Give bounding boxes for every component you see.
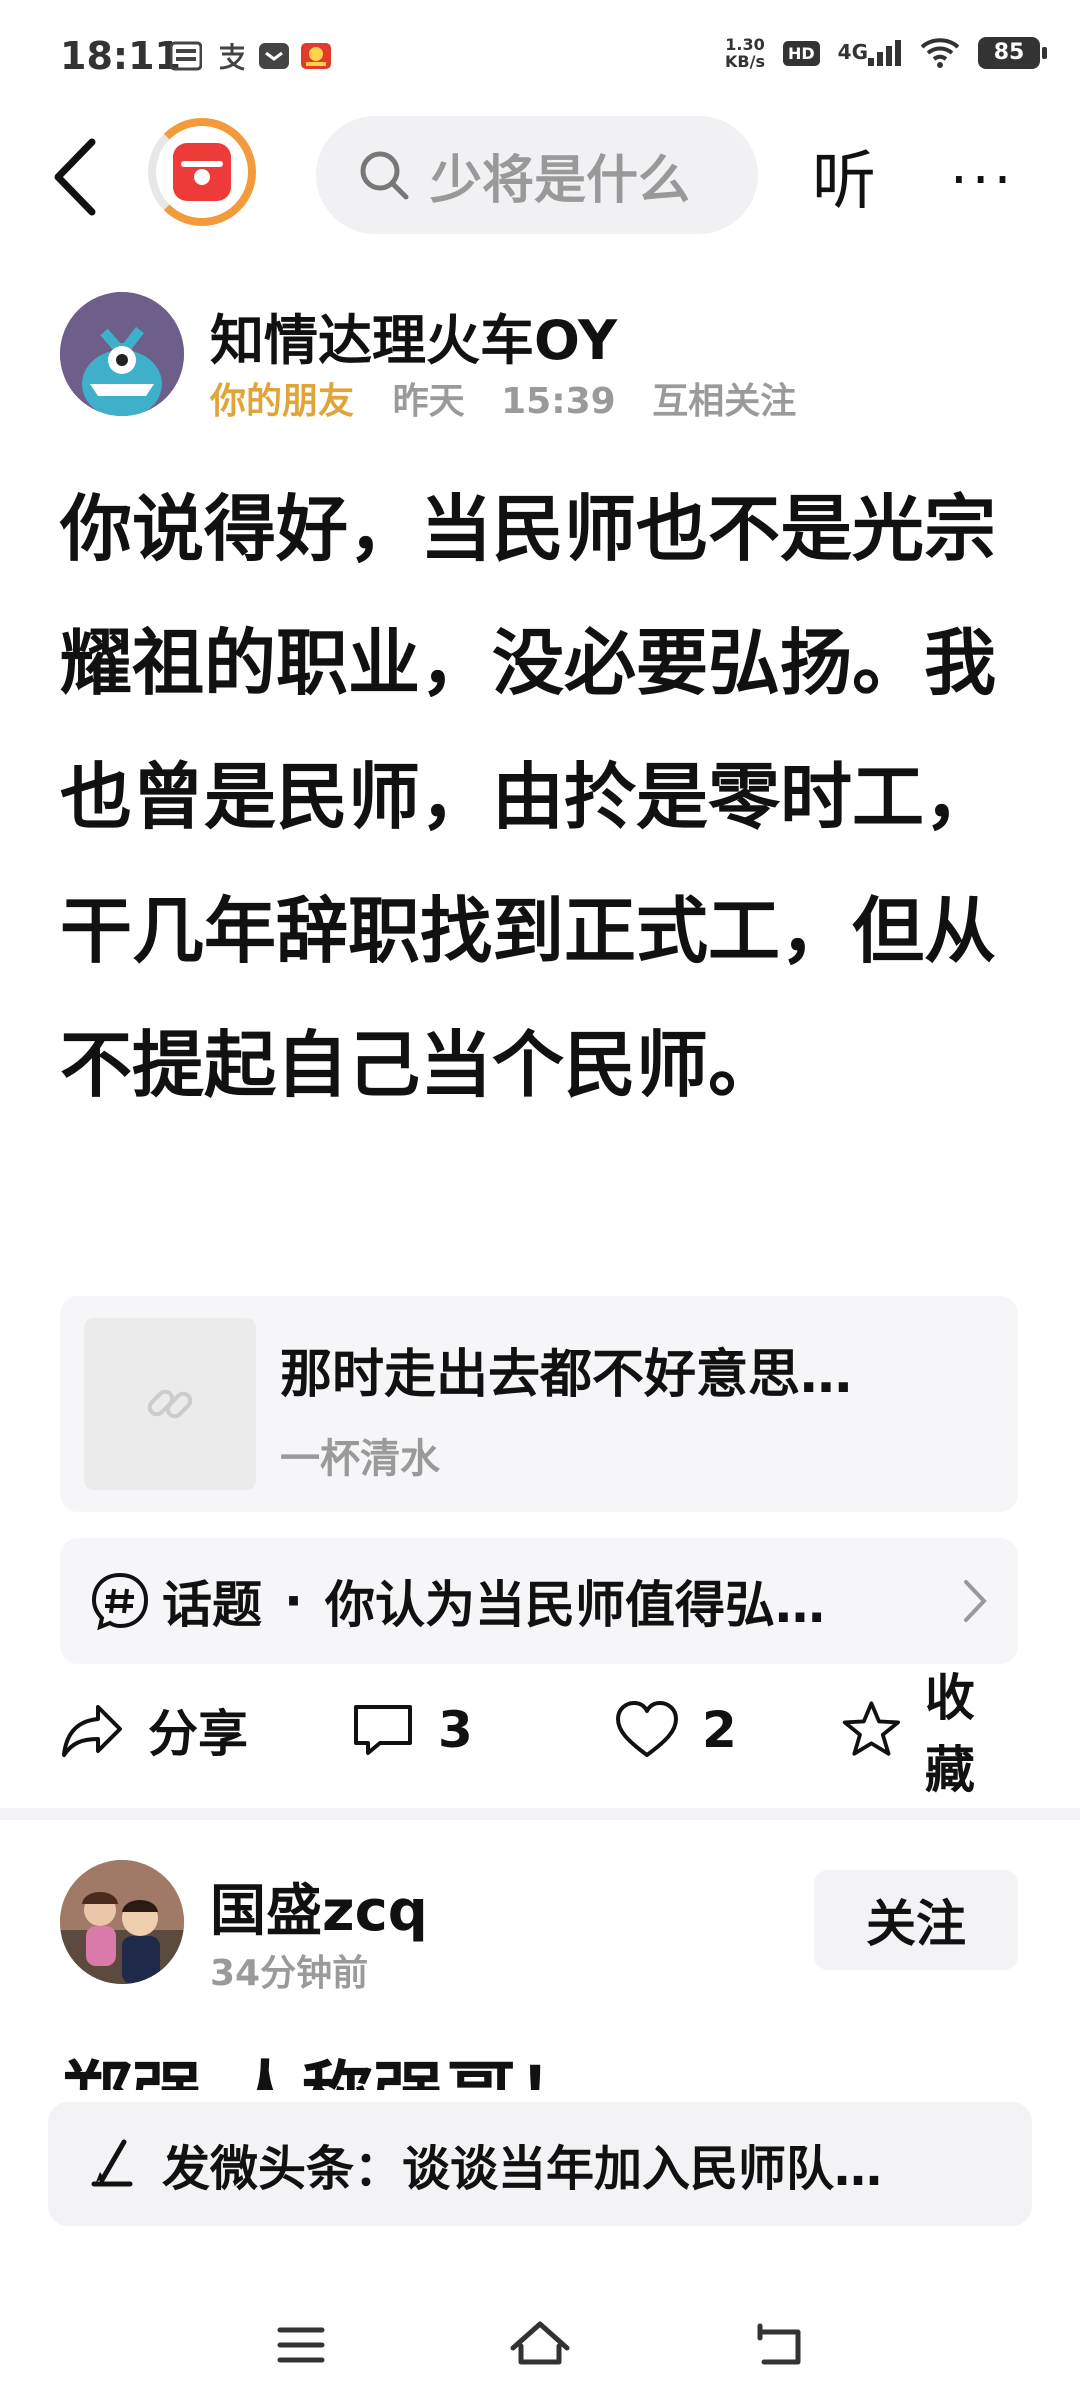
- heart-icon: [616, 1701, 678, 1757]
- link-source: 一杯清水: [280, 1436, 440, 1482]
- follow-button[interactable]: 关注: [814, 1870, 1018, 1970]
- commenter-avatar[interactable]: [60, 1860, 184, 1984]
- message-notification-icon: [259, 43, 289, 69]
- link-title: 那时走出去都不好意思…: [280, 1345, 853, 1405]
- friend-tag: 你的朋友: [210, 381, 355, 422]
- back-icon[interactable]: [46, 132, 116, 222]
- battery-indicator: 85: [978, 37, 1047, 69]
- alipay-notification-icon: [219, 43, 245, 71]
- post-author: 知情达理火车OY 你的朋友 昨天 15:39 互相关注: [60, 290, 1020, 422]
- comment-time: 34分钟前: [210, 1953, 369, 1994]
- share-icon: [62, 1705, 122, 1757]
- search-input[interactable]: 少将是什么: [316, 116, 758, 234]
- children-photo-avatar: [60, 1860, 184, 1984]
- toutiao-notification-icon: [170, 41, 202, 71]
- section-divider: [0, 1808, 1080, 1820]
- commenter-name[interactable]: 国盛zcq: [210, 1866, 428, 1947]
- status-bar: 18:11 1.30 KB/s HD 4G 85: [0, 0, 1080, 110]
- cellular-signal-icon: 4G: [838, 40, 902, 67]
- author-name[interactable]: 知情达理火车OY: [210, 296, 617, 375]
- star-icon: [842, 1701, 900, 1756]
- home-icon[interactable]: [505, 2310, 575, 2380]
- like-button[interactable]: 2: [614, 1690, 737, 1770]
- share-label: 分享: [148, 1705, 248, 1763]
- share-button[interactable]: 分享: [60, 1690, 248, 1770]
- red-envelope-icon: [173, 143, 231, 201]
- link-icon: [147, 1389, 193, 1419]
- topic-hash-icon: [91, 1572, 149, 1631]
- back-nav-icon[interactable]: [744, 2310, 814, 2380]
- listen-button[interactable]: 听: [812, 130, 876, 222]
- favorite-label: 收藏: [924, 1669, 975, 1799]
- topic-text: 你认为当民师值得弘…: [325, 1576, 825, 1634]
- more-options-button[interactable]: ···: [950, 148, 1015, 213]
- wifi-icon: [920, 38, 960, 68]
- search-placeholder: 少将是什么: [430, 150, 691, 211]
- hd-badge: HD: [782, 40, 820, 66]
- comment-text-clipped: 郑强 人称强哥！: [60, 2050, 1020, 2090]
- topic-bar[interactable]: 话题 · 你认为当民师值得弘…: [60, 1538, 1018, 1664]
- comment-icon: [354, 1705, 412, 1755]
- pen-icon: [91, 2139, 133, 2187]
- comment-button[interactable]: 3: [350, 1690, 473, 1770]
- chevron-right-icon: [964, 1580, 987, 1622]
- link-thumbnail: [84, 1318, 256, 1490]
- network-speed: 1.30 KB/s: [725, 35, 765, 71]
- post-time: 15:39: [501, 381, 616, 422]
- like-count: 2: [702, 1701, 737, 1759]
- system-nav-bar: [0, 2290, 1080, 2400]
- link-card[interactable]: 那时走出去都不好意思… 一杯清水: [60, 1296, 1018, 1512]
- comment-count: 3: [438, 1701, 473, 1759]
- search-icon: [360, 151, 409, 200]
- app-logo-button[interactable]: [148, 118, 256, 226]
- post-date: 昨天: [392, 381, 465, 422]
- status-time: 18:11: [60, 34, 181, 78]
- topic-separator: ·: [284, 1572, 303, 1630]
- author-avatar[interactable]: [60, 292, 184, 416]
- monster-avatar-icon: [60, 292, 184, 416]
- app-notification-icon: [301, 43, 331, 69]
- compose-bar[interactable]: 发微头条：谈谈当年加入民师队…: [48, 2102, 1032, 2226]
- post-body: 你说得好，当民师也不是光宗耀祖的职业，没必要弘扬。我也曾是民师，由扵是零时工，干…: [60, 487, 997, 1107]
- menu-icon[interactable]: [266, 2310, 336, 2380]
- favorite-button[interactable]: 收藏: [840, 1669, 1020, 1799]
- compose-prompt: 发微头条：谈谈当年加入民师队…: [162, 2141, 883, 2197]
- comment-text: 郑强 人称强哥！: [60, 2050, 1020, 2090]
- topic-label: 话题: [162, 1576, 262, 1634]
- post-actions: 分享 3 2 收藏: [60, 1669, 1020, 1799]
- author-meta: 你的朋友 昨天 15:39 互相关注: [210, 372, 820, 424]
- relation-status: 互相关注: [652, 381, 797, 422]
- comment-item: 国盛zcq 34分钟前 关注: [60, 1858, 1020, 1998]
- top-nav: 少将是什么 听 ···: [0, 110, 1080, 240]
